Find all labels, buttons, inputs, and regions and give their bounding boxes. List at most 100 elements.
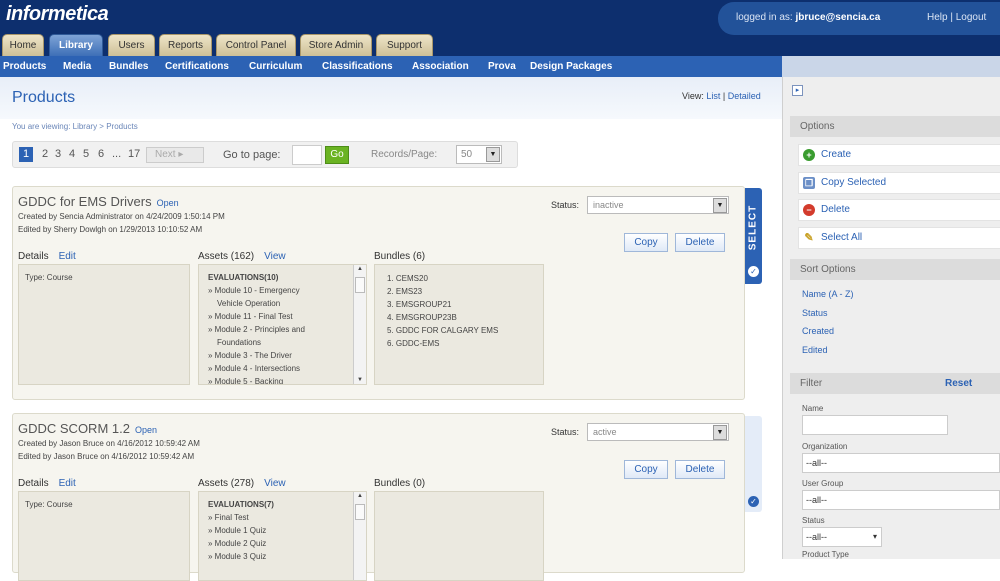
list-item[interactable]: 1. CEMS20 — [387, 272, 543, 285]
copy-button[interactable]: Copy — [624, 233, 668, 252]
scrollbar-thumb[interactable] — [355, 504, 365, 520]
subnav-products[interactable]: Products — [3, 61, 46, 72]
tab-store-admin[interactable]: Store Admin — [300, 34, 372, 56]
subnav-association[interactable]: Association — [412, 61, 469, 72]
assets-list-box[interactable]: EVALUATIONS(10) » Module 10 - Emergency … — [198, 264, 367, 385]
next-page-button[interactable]: Next ▸ — [146, 147, 204, 163]
sort-edited[interactable]: Edited — [802, 345, 828, 355]
select-tab[interactable]: SELECT ✓ — [745, 188, 762, 284]
status-value: active — [593, 427, 617, 437]
select-tab[interactable]: ✓ — [745, 416, 762, 512]
delete-button[interactable]: Delete — [675, 233, 725, 252]
wand-icon: ✎ — [804, 232, 814, 244]
copy-button[interactable]: Copy — [624, 460, 668, 479]
tab-users[interactable]: Users — [108, 34, 155, 56]
filter-status-select[interactable]: --all-- ▾ — [802, 527, 882, 547]
sort-status[interactable]: Status — [802, 308, 828, 318]
create-button[interactable]: + Create — [798, 144, 1000, 166]
details-box: Type: Course — [18, 264, 190, 385]
view-detailed-link[interactable]: Detailed — [728, 91, 761, 101]
view-list-link[interactable]: List — [706, 91, 720, 101]
assets-list-box[interactable]: EVALUATIONS(7) » Final Test » Module 1 Q… — [198, 491, 367, 581]
delete-button[interactable]: Delete — [675, 460, 725, 479]
copy-selected-button[interactable]: ❐ Copy Selected — [798, 172, 1000, 194]
status-label: Status: — [551, 427, 580, 437]
page-link-4[interactable]: 4 — [69, 148, 75, 160]
tab-library[interactable]: Library — [49, 34, 103, 56]
list-item[interactable]: » Final Test — [208, 511, 366, 524]
status-label: Status: — [551, 200, 580, 210]
product-title: GDDC for EMS Drivers — [18, 194, 152, 209]
list-item[interactable]: 6. GDDC-EMS — [387, 337, 543, 350]
tab-support[interactable]: Support — [376, 34, 433, 56]
filter-name-label: Name — [802, 404, 824, 413]
check-circle-icon: ✓ — [748, 496, 759, 507]
page-link-6[interactable]: 6 — [98, 148, 104, 160]
page-link-17[interactable]: 17 — [128, 148, 140, 160]
collapse-sidebar-icon[interactable]: ▸ — [792, 85, 803, 96]
subnav-classifications[interactable]: Classifications — [322, 61, 393, 72]
page-title: Products — [12, 89, 76, 106]
page-link-5[interactable]: 5 — [83, 148, 89, 160]
bundles-list-box — [374, 491, 544, 581]
records-per-page-select[interactable]: 50 ▼ — [456, 145, 502, 164]
status-select[interactable]: active ▼ — [587, 423, 729, 441]
list-item[interactable]: 3. EMSGROUP21 — [387, 298, 543, 311]
list-item[interactable]: » Module 3 - The Driver — [208, 349, 366, 362]
scrollbar-thumb[interactable] — [355, 277, 365, 293]
list-item[interactable]: 4. EMSGROUP23B — [387, 311, 543, 324]
sort-name[interactable]: Name (A - Z) — [802, 289, 854, 299]
subnav-certifications[interactable]: Certifications — [165, 61, 229, 72]
assets-scrollbar[interactable]: ▲ ▼ — [353, 265, 366, 384]
status-select[interactable]: inactive ▼ — [587, 196, 729, 214]
subnav-bundles[interactable]: Bundles — [109, 61, 148, 72]
assets-view-link[interactable]: View — [264, 251, 286, 262]
list-item[interactable]: » Module 2 Quiz — [208, 537, 366, 550]
filter-name-input[interactable] — [802, 415, 948, 435]
tab-home[interactable]: Home — [2, 34, 44, 56]
page-link-2[interactable]: 2 — [42, 148, 48, 160]
list-item[interactable]: » Module 4 - Intersections — [208, 362, 366, 375]
breadcrumb[interactable]: You are viewing: Library > Products — [12, 122, 138, 131]
list-item[interactable]: » Module 1 Quiz — [208, 524, 366, 537]
minus-circle-icon: − — [803, 204, 815, 216]
copy-icon: ❐ — [803, 177, 815, 189]
subnav-media[interactable]: Media — [63, 61, 91, 72]
scroll-up-icon: ▲ — [357, 266, 363, 272]
subnav-design-packages[interactable]: Design Packages — [530, 61, 612, 72]
filter-organization-select[interactable]: --all-- — [802, 453, 1000, 473]
delete-selected-button[interactable]: − Delete — [798, 199, 1000, 221]
list-item[interactable]: » Module 11 - Final Test — [208, 310, 366, 323]
goto-page-input[interactable] — [292, 145, 322, 165]
subnav-curriculum[interactable]: Curriculum — [249, 61, 302, 72]
list-item[interactable]: » Module 10 - Emergency — [208, 284, 366, 297]
filter-reset-link[interactable]: Reset — [945, 378, 972, 389]
assets-view-link[interactable]: View — [264, 478, 286, 489]
list-item[interactable]: » Module 2 - Principles and — [208, 323, 366, 336]
page-link-3[interactable]: 3 — [55, 148, 61, 160]
list-item[interactable]: » Module 5 - Backing — [208, 375, 366, 384]
filter-user-group-label: User Group — [802, 479, 844, 488]
sort-created[interactable]: Created — [802, 326, 834, 336]
next-arrow-icon: ▸ — [178, 149, 184, 160]
filter-user-group-select[interactable]: --all-- — [802, 490, 1000, 510]
help-link[interactable]: Help — [927, 12, 948, 23]
logged-in-user: jbruce@sencia.ca — [795, 12, 881, 23]
select-all-button[interactable]: ✎ Select All — [798, 227, 1000, 249]
app-logo[interactable]: informetica — [6, 3, 109, 26]
product-open-link[interactable]: Open — [135, 425, 157, 435]
details-edit-link[interactable]: Edit — [59, 251, 76, 262]
go-button[interactable]: Go — [325, 146, 349, 164]
logout-link[interactable]: Logout — [956, 12, 987, 23]
subnav-prova[interactable]: Prova — [488, 61, 516, 72]
details-edit-link[interactable]: Edit — [59, 478, 76, 489]
tab-reports[interactable]: Reports — [159, 34, 212, 56]
list-item[interactable]: » Module 3 Quiz — [208, 550, 366, 563]
status-value: inactive — [593, 200, 624, 210]
page-link-1[interactable]: 1 — [19, 147, 34, 162]
tab-control-panel[interactable]: Control Panel — [216, 34, 296, 56]
product-open-link[interactable]: Open — [157, 198, 179, 208]
list-item[interactable]: 2. EMS23 — [387, 285, 543, 298]
list-item[interactable]: 5. GDDC FOR CALGARY EMS — [387, 324, 543, 337]
assets-scrollbar[interactable]: ▲ — [353, 492, 366, 580]
